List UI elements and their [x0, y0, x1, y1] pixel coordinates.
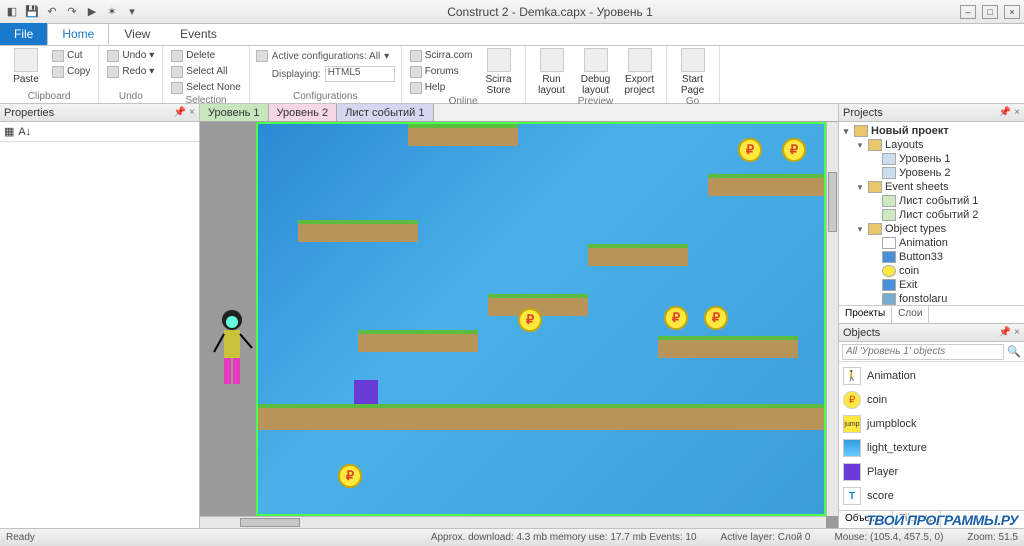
projects-close-icon[interactable]: × [1014, 107, 1020, 118]
select-all-button[interactable]: Select All [169, 64, 242, 79]
status-mouse: Mouse: (105.4, 457.5, 0) [834, 532, 943, 543]
window-min-button[interactable]: – [960, 5, 976, 19]
tab-events[interactable]: Events [165, 23, 232, 45]
coin-object[interactable]: ₽ [738, 138, 762, 162]
file-menu[interactable]: File [0, 23, 47, 45]
displaying-select[interactable]: HTML5 [325, 66, 395, 82]
subtab-layers[interactable]: Слои [892, 306, 929, 323]
cut-button[interactable]: Cut [50, 48, 92, 63]
coin-object[interactable]: ₽ [664, 306, 688, 330]
scirra-store-button[interactable]: Scirra Store [479, 48, 519, 96]
window-max-button[interactable]: □ [982, 5, 998, 19]
props-sort-icon[interactable]: A↓ [18, 126, 31, 138]
subtab-tilemap[interactable]: Tilemap [893, 511, 941, 528]
player-object[interactable] [354, 380, 378, 404]
scirra-link[interactable]: Scirra.com [408, 48, 475, 63]
tab-home[interactable]: Home [47, 23, 109, 45]
qat-dropdown-icon[interactable]: ▾ [124, 4, 140, 20]
select-none-button[interactable]: Select None [169, 80, 242, 95]
displaying-label: Displaying: [256, 69, 321, 80]
subtab-objects[interactable]: Объекты [839, 511, 893, 528]
properties-body [0, 142, 199, 528]
config-icon [256, 50, 268, 62]
layout-editor[interactable]: ₽ ₽ ₽ ₽ ₽ ₽ [200, 122, 838, 528]
coin-object[interactable]: ₽ [338, 464, 362, 488]
doc-tab-level1[interactable]: Уровень 1 [200, 104, 269, 121]
copy-button[interactable]: Copy [50, 64, 92, 79]
projects-pin-icon[interactable]: 📌 [999, 107, 1011, 118]
coin-object[interactable]: ₽ [518, 308, 542, 332]
delete-button[interactable]: Delete [169, 48, 242, 63]
app-icon: ◧ [4, 4, 20, 20]
animation-object[interactable] [210, 308, 258, 388]
projects-title: Projects [843, 107, 883, 119]
vertical-scrollbar[interactable] [826, 122, 838, 516]
redo-button[interactable]: Redo ▾ [105, 64, 156, 79]
qat-redo-icon[interactable]: ↷ [64, 4, 80, 20]
props-cat-icon[interactable]: ▦ [4, 125, 14, 138]
status-zoom: Zoom: 51.5 [967, 532, 1018, 543]
status-layer: Active layer: Слой 0 [721, 532, 811, 543]
paste-button[interactable]: Paste [6, 48, 46, 85]
subtab-projects[interactable]: Проекты [839, 306, 892, 323]
help-link[interactable]: Help [408, 80, 475, 95]
objects-list[interactable]: 🚶Animation ₽coin jumpjumpblock light_tex… [839, 362, 1024, 510]
forums-link[interactable]: Forums [408, 64, 475, 79]
debug-layout-button[interactable]: Debug layout [576, 48, 616, 96]
window-close-button[interactable]: × [1004, 5, 1020, 19]
group-config-label: Configurations [256, 91, 395, 103]
status-ready: Ready [6, 532, 35, 543]
window-title: Construct 2 - Demka.capx - Уровень 1 [140, 5, 960, 19]
qat-save-icon[interactable]: 💾 [24, 4, 40, 20]
active-config-label[interactable]: Active configurations: All [272, 51, 380, 62]
export-project-button[interactable]: Export project [620, 48, 660, 96]
group-undo-label: Undo [105, 91, 156, 103]
run-layout-button[interactable]: Run layout [532, 48, 572, 96]
project-tree[interactable]: ▾Новый проект ▾Layouts Уровень 1 Уровень… [839, 122, 1024, 305]
properties-close-icon[interactable]: × [189, 107, 195, 118]
qat-undo-icon[interactable]: ↶ [44, 4, 60, 20]
doc-tab-level2[interactable]: Уровень 2 [269, 104, 338, 121]
start-page-button[interactable]: Start Page [673, 48, 713, 96]
doc-tab-events1[interactable]: Лист событий 1 [337, 104, 433, 121]
objects-search-icon[interactable]: 🔍 [1007, 345, 1021, 358]
coin-object[interactable]: ₽ [704, 306, 728, 330]
undo-button[interactable]: Undo ▾ [105, 48, 156, 63]
coin-object[interactable]: ₽ [782, 138, 806, 162]
objects-pin-icon[interactable]: 📌 [999, 327, 1011, 338]
qat-settings-icon[interactable]: ✶ [104, 4, 120, 20]
status-memory: Approx. download: 4.3 mb memory use: 17.… [431, 532, 697, 543]
objects-close-icon[interactable]: × [1014, 327, 1020, 338]
horizontal-scrollbar[interactable] [200, 516, 826, 528]
group-clipboard-label: Clipboard [6, 91, 92, 103]
qat-run-icon[interactable]: ▶ [84, 4, 100, 20]
properties-title: Properties [4, 107, 54, 119]
tab-view[interactable]: View [109, 23, 165, 45]
properties-pin-icon[interactable]: 📌 [174, 107, 186, 118]
objects-title: Objects [843, 327, 880, 339]
objects-search-input[interactable] [842, 344, 1004, 360]
